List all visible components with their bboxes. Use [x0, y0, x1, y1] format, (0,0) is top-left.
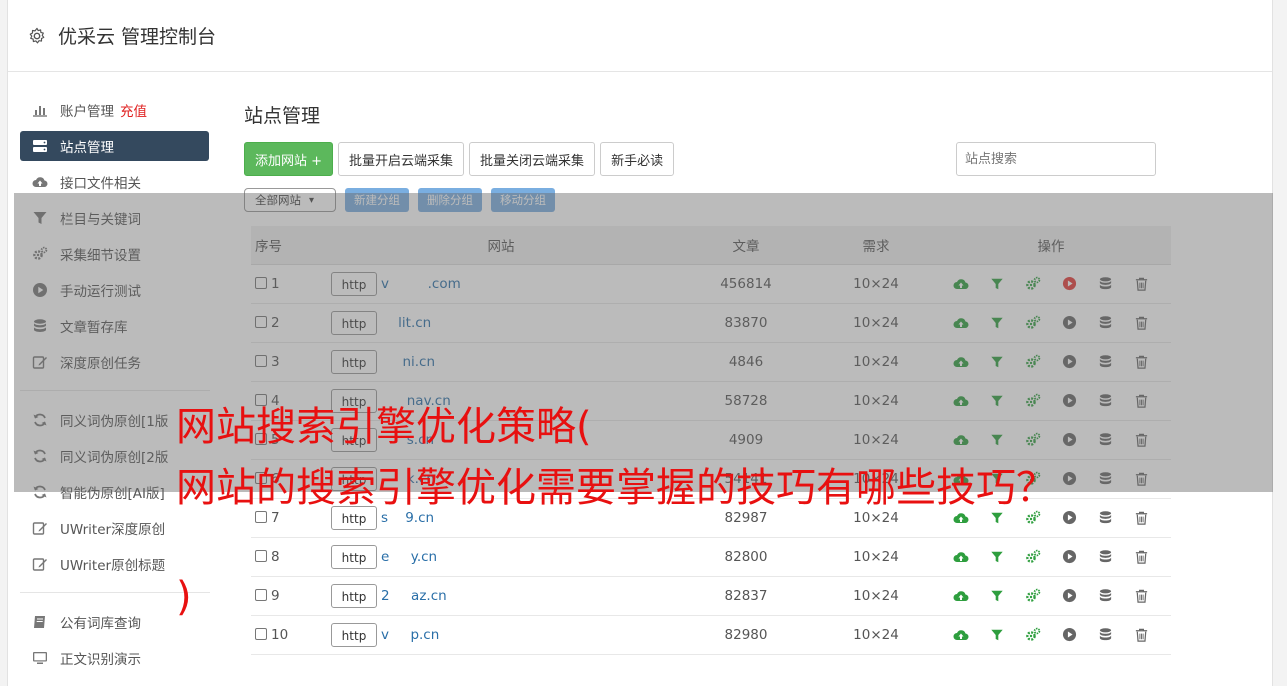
play-circle-icon[interactable] [1061, 549, 1077, 565]
sidebar-item-group1-1[interactable]: 站点管理 [20, 131, 209, 161]
toolbar: 添加网站 + 批量开启云端采集 批量关闭云端采集 新手必读 [244, 142, 679, 176]
ops-cell [931, 537, 1171, 577]
protocol-badge[interactable]: http [331, 622, 377, 647]
trash-icon[interactable] [1133, 510, 1149, 526]
ops-cell [931, 576, 1171, 616]
demand-link[interactable]: 10×24 [821, 576, 931, 616]
database-icon[interactable] [1097, 510, 1113, 526]
protocol-badge[interactable]: http [331, 583, 377, 608]
edit-icon [32, 556, 48, 572]
sidebar-item-label: 正文识别演示 [60, 652, 141, 668]
trash-icon[interactable] [1133, 549, 1149, 565]
site-search-input[interactable] [956, 142, 1156, 176]
monitor-icon [32, 650, 48, 666]
headline-line-1: 网站搜索引擎优化策略( [176, 404, 592, 450]
row-checkbox[interactable] [255, 627, 267, 640]
table-row: 10 http v p.cn 82980 10×24 [251, 615, 1171, 655]
edit-icon [32, 520, 48, 536]
app-title: 优采云 管理控制台 [58, 26, 217, 48]
cogs-icon[interactable] [1025, 627, 1041, 643]
recharge-link[interactable]: 充值 [120, 100, 147, 120]
sidebar-item-label: 站点管理 [60, 140, 114, 156]
batch-disable-button[interactable]: 批量关闭云端采集 [469, 142, 596, 176]
row-number: 8 [271, 548, 280, 565]
protocol-badge[interactable]: http [331, 544, 377, 569]
row-number: 10 [271, 626, 289, 643]
site-cell: http e y.cn [331, 537, 671, 577]
sidebar-item-group3-1[interactable]: 正文识别演示 [20, 640, 210, 676]
database-icon[interactable] [1097, 549, 1113, 565]
play-circle-icon[interactable] [1061, 510, 1077, 526]
bar-chart-icon [32, 102, 48, 118]
cloud-upload-icon[interactable] [953, 588, 969, 604]
site-cell: http 2 az.cn [331, 576, 671, 616]
server-icon [32, 138, 48, 154]
play-circle-icon[interactable] [1061, 627, 1077, 643]
guide-button[interactable]: 新手必读 [600, 142, 675, 176]
table-row: 9 http 2 az.cn 82837 10×24 [251, 576, 1171, 616]
site-domain-link[interactable]: e y.cn [381, 549, 437, 565]
site-domain-link[interactable]: 2 az.cn [381, 588, 447, 604]
trash-icon[interactable] [1133, 627, 1149, 643]
database-icon[interactable] [1097, 627, 1113, 643]
sidebar-item-group1-0[interactable]: 账户管理 充值 [20, 92, 210, 128]
trash-icon[interactable] [1133, 588, 1149, 604]
cloud-upload-icon [32, 174, 48, 190]
row-number-cell: 9 [251, 576, 331, 616]
cogs-icon[interactable] [1025, 588, 1041, 604]
sidebar-item-label: 公有词库查询 [60, 616, 141, 632]
headline-line-3: ) [176, 574, 192, 620]
filter-icon[interactable] [989, 627, 1005, 643]
row-checkbox[interactable] [255, 588, 267, 601]
row-number-cell: 10 [251, 615, 331, 655]
article-count-link[interactable]: 82800 [671, 537, 821, 577]
article-count-link[interactable]: 82837 [671, 576, 821, 616]
filter-icon[interactable] [989, 549, 1005, 565]
database-icon[interactable] [1097, 588, 1113, 604]
demand-link[interactable]: 10×24 [821, 537, 931, 577]
site-cell: http v p.cn [331, 615, 671, 655]
gear-icon[interactable] [28, 27, 46, 45]
sidebar-item-label: UWriter深度原创 [60, 522, 166, 538]
row-number: 9 [271, 587, 280, 604]
row-number-cell: 8 [251, 537, 331, 577]
main-content: 站点管理 添加网站 + 批量开启云端采集 批量关闭云端采集 新手必读 全部网站▾… [244, 100, 1171, 655]
table-row: 8 http e y.cn 82800 10×24 [251, 537, 1171, 577]
sidebar-item-label: 接口文件相关 [60, 176, 141, 192]
add-site-button[interactable]: 添加网站 + [244, 142, 334, 176]
book-icon [32, 614, 48, 630]
sidebar-item-group2-3[interactable]: UWriter深度原创 [20, 510, 210, 546]
cloud-upload-icon[interactable] [953, 549, 969, 565]
headline-line-2: 网站的搜索引擎优化需要掌握的技巧有哪些技巧？ [176, 465, 1056, 511]
top-bar: 优采云 管理控制台 [8, 0, 1272, 72]
demand-link[interactable]: 10×24 [821, 615, 931, 655]
play-circle-icon[interactable] [1061, 588, 1077, 604]
ops-cell [931, 615, 1171, 655]
article-count-link[interactable]: 82980 [671, 615, 821, 655]
page-title: 站点管理 [244, 105, 321, 127]
sidebar-item-label: 账户管理 [60, 104, 114, 120]
site-domain-link[interactable]: v p.cn [381, 627, 439, 643]
cogs-icon[interactable] [1025, 549, 1041, 565]
sidebar-item-label: UWriter原创标题 [60, 558, 166, 574]
cloud-upload-icon[interactable] [953, 627, 969, 643]
filter-icon[interactable] [989, 588, 1005, 604]
row-checkbox[interactable] [255, 549, 267, 562]
batch-enable-button[interactable]: 批量开启云端采集 [338, 142, 465, 176]
